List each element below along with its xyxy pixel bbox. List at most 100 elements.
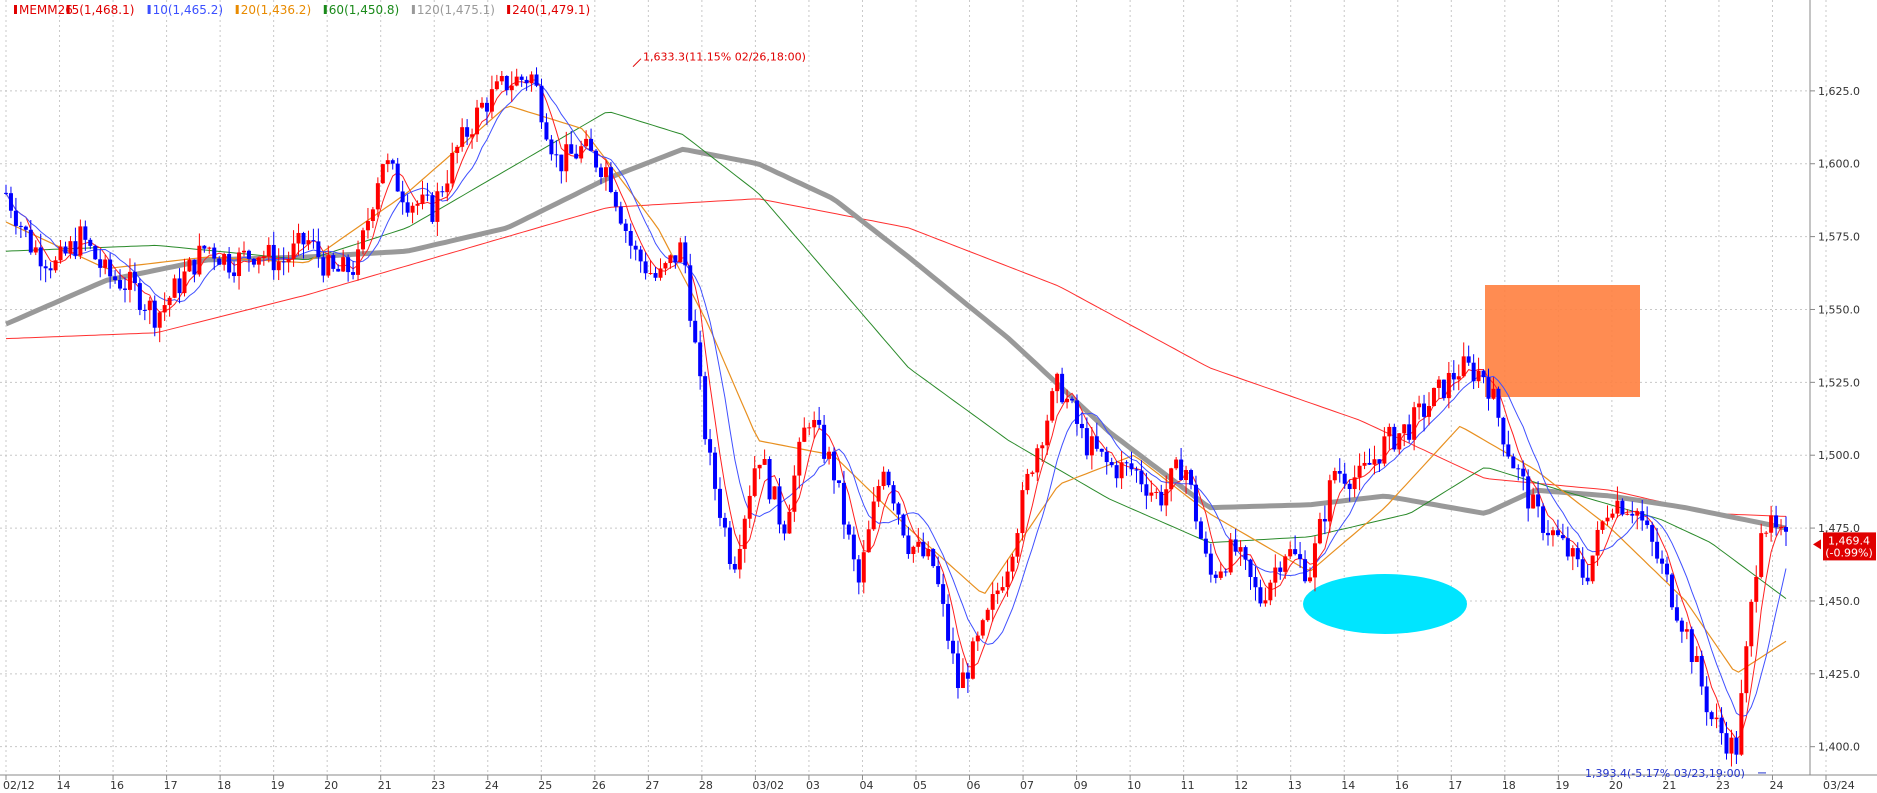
candle-up [1694, 655, 1699, 663]
x-tick-label: 14 [1341, 779, 1355, 792]
legend-entry: 60(1,450.8) [329, 3, 399, 17]
x-tick-label: 06 [967, 779, 981, 792]
candle-up [802, 427, 807, 442]
candle-up [182, 271, 187, 294]
candle-up [866, 529, 871, 553]
candle-down [1660, 558, 1665, 564]
candle-up [926, 549, 931, 557]
candle-down [430, 195, 435, 222]
candle-down [841, 482, 846, 525]
candle-up [1625, 513, 1630, 515]
highlight-ellipse [1303, 574, 1467, 634]
candle-up [58, 246, 63, 261]
candle-down [1511, 456, 1516, 469]
candle-up [356, 249, 361, 275]
candle-up [1065, 398, 1070, 403]
candle-down [1278, 567, 1283, 572]
candle-down [1689, 629, 1694, 663]
candle-up [1595, 529, 1600, 556]
candle-up [752, 468, 757, 496]
legend-swatch [235, 5, 239, 14]
candle-up [1000, 587, 1005, 591]
candle-down [316, 241, 321, 258]
candle-down [4, 192, 8, 194]
candle-down [390, 160, 395, 164]
candle-up [1476, 370, 1481, 382]
candle-down [1724, 733, 1729, 754]
candle-up [1020, 490, 1025, 534]
candle-down [777, 486, 782, 525]
candle-down [1704, 686, 1709, 713]
candle-down [817, 419, 822, 425]
x-tick-label: 03 [806, 779, 820, 792]
candle-down [1243, 547, 1248, 560]
candle-up [1169, 468, 1174, 490]
candle-up [475, 107, 480, 135]
candle-down [113, 276, 118, 281]
candle-down [1580, 559, 1585, 578]
candle-down [1526, 476, 1531, 509]
x-tick-label: 17 [1448, 779, 1462, 792]
candle-down [1665, 563, 1670, 575]
candle-up [494, 81, 499, 90]
candle-up [1531, 494, 1536, 509]
candle-down [732, 563, 737, 570]
candle-up [737, 548, 742, 570]
x-tick-label: 19 [271, 779, 285, 792]
candle-up [1035, 448, 1040, 473]
candle-down [108, 259, 113, 277]
candle-down [1471, 362, 1476, 382]
candle-down [722, 517, 727, 528]
candle-down [1223, 571, 1228, 573]
candle-down [405, 202, 410, 213]
candle-up [1050, 391, 1055, 421]
x-tick-label: 07 [1020, 779, 1034, 792]
candle-up [410, 205, 415, 213]
candle-down [1784, 527, 1788, 532]
candle-up [911, 546, 916, 555]
candle-up [479, 102, 484, 108]
candle-up [1040, 445, 1045, 449]
candle-up [1238, 547, 1243, 552]
x-tick-label: 05 [913, 779, 927, 792]
x-tick-label: 13 [1288, 779, 1302, 792]
candle-up [261, 256, 266, 258]
candle-up [1759, 533, 1764, 577]
candle-down [152, 300, 157, 328]
candle-down [1347, 483, 1352, 490]
legend-entry: 120(1,475.1) [417, 3, 495, 17]
candle-down [28, 229, 33, 253]
x-tick-label: 11 [1181, 779, 1195, 792]
candle-up [668, 255, 673, 264]
chart-window: 1,400.0 1,425.0 1,450.0 1,475.0 1,500.0 1,525… [0, 0, 1877, 793]
current-price-change: (-0.99%) [1825, 546, 1873, 559]
candle-up [415, 203, 420, 206]
candle-up [1779, 527, 1784, 529]
candle-down [88, 239, 93, 246]
x-tick-label: 24 [1769, 779, 1783, 792]
candle-up [742, 518, 747, 549]
candle-up [871, 501, 876, 530]
y-tick-label: 1,550.0 [1818, 303, 1860, 316]
candle-up [375, 183, 380, 210]
candle-down [1650, 525, 1655, 542]
candlestick-chart[interactable]: 1,400.01,425.01,450.01,475.01,500.01,525… [0, 0, 1877, 793]
candle-up [1600, 521, 1605, 530]
candle-up [1461, 356, 1466, 377]
candle-down [1337, 471, 1342, 474]
candle-up [455, 146, 460, 153]
x-tick-label: 09 [1074, 779, 1088, 792]
candle-up [762, 459, 767, 465]
candle-up [1327, 480, 1332, 522]
candle-up [296, 232, 301, 244]
candle-down [1496, 388, 1501, 418]
candle-down [23, 226, 28, 230]
candle-up [420, 194, 425, 204]
candle-up [970, 641, 975, 679]
highlight-rectangle [1485, 285, 1640, 397]
candle-down [1620, 500, 1625, 515]
candle-down [1441, 379, 1446, 399]
candle-up [1119, 462, 1124, 479]
candle-down [142, 309, 147, 311]
candle-up [529, 74, 534, 84]
